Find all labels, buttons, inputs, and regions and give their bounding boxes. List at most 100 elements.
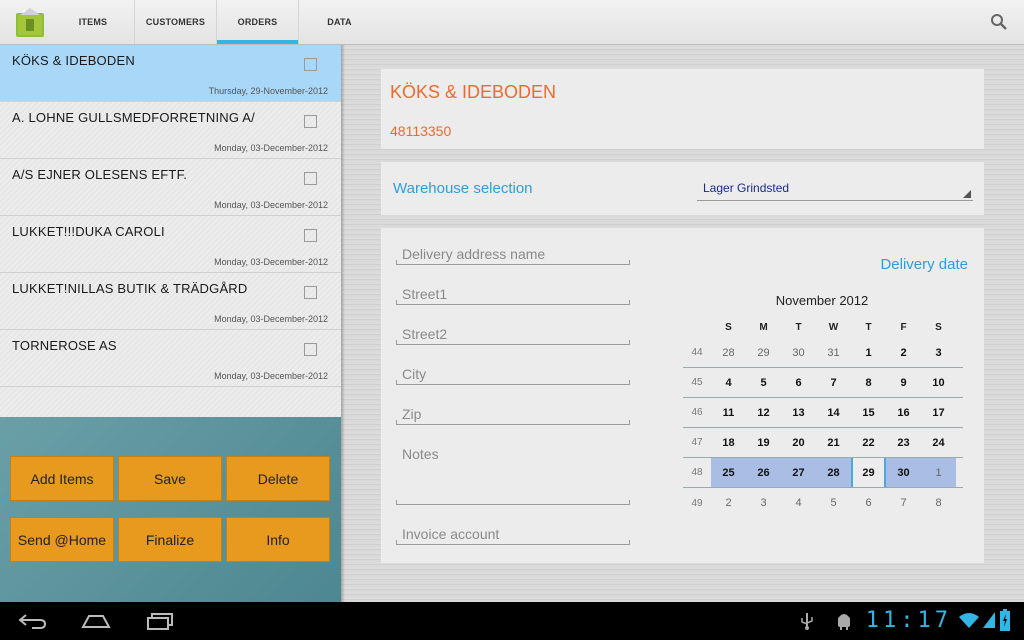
calendar-day[interactable]: 15 — [851, 398, 886, 427]
tab-orders[interactable]: ORDERS — [216, 0, 298, 44]
list-item[interactable]: A/S EJNER OLESENS EFTF. Monday, 03-Decem… — [0, 159, 341, 216]
customer-name: KÖKS & IDEBODEN — [390, 82, 557, 102]
calendar-day[interactable]: 12 — [746, 398, 781, 427]
calendar-day[interactable]: 2 — [886, 338, 921, 367]
tab-items[interactable]: ITEMS — [52, 0, 134, 44]
add-items-button[interactable]: Add Items — [10, 456, 114, 501]
calendar-day[interactable]: 25 — [711, 458, 746, 487]
weekday-label: T — [865, 321, 872, 333]
calendar-day[interactable]: 22 — [851, 428, 886, 457]
delete-button[interactable]: Delete — [226, 456, 330, 501]
calendar-day[interactable]: 27 — [781, 458, 816, 487]
list-item[interactable]: TORNEROSE AS Monday, 03-December-2012 — [0, 330, 341, 387]
field-placeholder: Street2 — [402, 326, 448, 342]
calendar-day[interactable]: 30 — [886, 458, 921, 487]
calendar-day[interactable]: 31 — [816, 338, 851, 367]
calendar-day[interactable]: 14 — [816, 398, 851, 427]
list-item[interactable]: LUKKET!!!DUKA CAROLI Monday, 03-December… — [0, 216, 341, 273]
android-app-icon[interactable] — [12, 3, 48, 41]
delivery-card: Delivery address name Street1 Street2 Ci… — [381, 228, 984, 563]
panel-divider-shadow — [341, 45, 345, 602]
calendar-day[interactable]: 1 — [921, 458, 956, 487]
calendar-day[interactable]: 3 — [746, 488, 781, 518]
save-button[interactable]: Save — [118, 456, 222, 501]
weekday-label: F — [900, 321, 907, 333]
calendar-day[interactable]: 5 — [816, 488, 851, 518]
calendar-day[interactable]: 24 — [921, 428, 956, 457]
calendar-day[interactable]: 4 — [781, 488, 816, 518]
list-item[interactable]: KÖKS & IDEBODEN Thursday, 29-November-20… — [0, 45, 341, 102]
order-checkbox[interactable] — [304, 343, 317, 356]
calendar-day[interactable]: 28 — [816, 458, 851, 487]
order-checkbox[interactable] — [304, 286, 317, 299]
customer-card: KÖKS & IDEBODEN 48113350 — [381, 69, 984, 149]
field-placeholder: Notes — [402, 446, 439, 462]
zip-field[interactable]: Zip — [396, 403, 630, 425]
calendar-day[interactable]: 5 — [746, 368, 781, 397]
order-customer-name: A/S EJNER OLESENS EFTF. — [12, 167, 188, 182]
notes-field[interactable]: Notes — [396, 443, 630, 505]
order-checkbox[interactable] — [304, 229, 317, 242]
order-checkbox[interactable] — [304, 172, 317, 185]
street2-field[interactable]: Street2 — [396, 323, 630, 345]
calendar-day[interactable]: 3 — [921, 338, 956, 367]
list-item[interactable]: A. LOHNE GULLSMEDFORRETNING A/ Monday, 0… — [0, 102, 341, 159]
calendar-day[interactable]: 4 — [711, 368, 746, 397]
calendar-day[interactable]: 20 — [781, 428, 816, 457]
calendar-day[interactable]: 28 — [711, 338, 746, 367]
customer-phone: 48113350 — [390, 123, 452, 139]
recent-apps-icon[interactable] — [146, 612, 176, 630]
tab-customers[interactable]: CUSTOMERS — [134, 0, 216, 44]
calendar-day[interactable]: 18 — [711, 428, 746, 457]
calendar-day[interactable]: 6 — [781, 368, 816, 397]
info-button[interactable]: Info — [226, 517, 330, 562]
calendar-month-title: November 2012 — [775, 293, 869, 308]
home-icon[interactable] — [81, 613, 111, 629]
calendar-day-selected[interactable]: 29 — [851, 458, 886, 487]
order-customer-name: LUKKET!NILLAS BUTIK & TRÄDGÅRD — [12, 281, 248, 296]
calendar-day[interactable]: 2 — [711, 488, 746, 518]
calendar-day[interactable]: 13 — [781, 398, 816, 427]
field-placeholder: Street1 — [402, 286, 448, 302]
calendar-day[interactable]: 10 — [921, 368, 956, 397]
weekday-label: S — [725, 321, 732, 333]
calendar-day[interactable]: 21 — [816, 428, 851, 457]
calendar-day[interactable]: 7 — [886, 488, 921, 518]
list-item[interactable]: LUKKET!NILLAS BUTIK & TRÄDGÅRD Monday, 0… — [0, 273, 341, 330]
tab-data[interactable]: DATA — [298, 0, 380, 44]
calendar-week-row: 49 2 3 4 5 6 7 8 — [683, 488, 963, 518]
calendar-day[interactable]: 7 — [816, 368, 851, 397]
calendar-day[interactable]: 30 — [781, 338, 816, 367]
back-icon[interactable] — [18, 612, 48, 630]
search-icon[interactable] — [990, 13, 1008, 31]
street1-field[interactable]: Street1 — [396, 283, 630, 305]
calendar-day[interactable]: 17 — [921, 398, 956, 427]
warehouse-spinner[interactable]: Lager Grindsted — [697, 176, 973, 201]
calendar-day[interactable]: 9 — [886, 368, 921, 397]
invoice-account-field[interactable]: Invoice account — [396, 523, 630, 545]
order-checkbox[interactable] — [304, 115, 317, 128]
calendar-day[interactable]: 16 — [886, 398, 921, 427]
calendar-day[interactable]: 8 — [851, 368, 886, 397]
order-checkbox[interactable] — [304, 58, 317, 71]
finalize-button[interactable]: Finalize — [118, 517, 222, 562]
weekday-label: T — [795, 321, 802, 333]
send-home-button[interactable]: Send @Home — [10, 517, 114, 562]
calendar-day[interactable]: 6 — [851, 488, 886, 518]
calendar-day[interactable]: 11 — [711, 398, 746, 427]
delivery-address-name-field[interactable]: Delivery address name — [396, 243, 630, 265]
order-date: Monday, 03-December-2012 — [214, 257, 328, 267]
calendar-day[interactable]: 19 — [746, 428, 781, 457]
order-customer-name: TORNEROSE AS — [12, 338, 117, 353]
city-field[interactable]: City — [396, 363, 630, 385]
week-number: 47 — [691, 437, 703, 448]
week-number: 48 — [691, 467, 703, 478]
order-customer-name: A. LOHNE GULLSMEDFORRETNING A/ — [12, 110, 255, 125]
calendar-day[interactable]: 23 — [886, 428, 921, 457]
calendar-day[interactable]: 26 — [746, 458, 781, 487]
system-navigation-bar: 11:17 — [0, 602, 1024, 640]
calendar-day[interactable]: 8 — [921, 488, 956, 518]
calendar-day[interactable]: 1 — [851, 338, 886, 367]
delivery-date-calendar[interactable]: S M T W T F S 44 28 29 30 31 1 2 3 45 4 — [683, 316, 963, 518]
calendar-day[interactable]: 29 — [746, 338, 781, 367]
